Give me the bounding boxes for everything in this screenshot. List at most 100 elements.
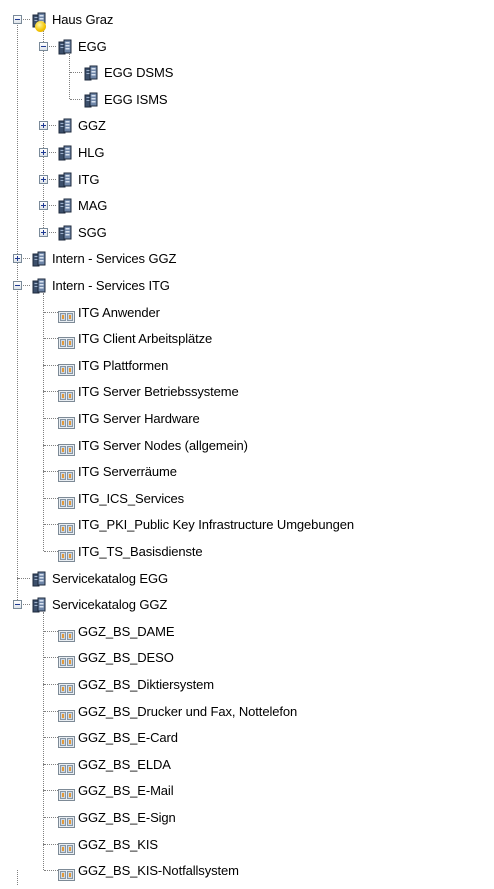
- expand-icon[interactable]: [39, 148, 48, 157]
- tree-node[interactable]: Intern - Services ITG: [0, 273, 494, 298]
- tree-node[interactable]: GGZ_BS_Drucker und Fax, Nottelefon: [0, 699, 494, 724]
- tree-connector-line: [44, 790, 58, 792]
- service-item-icon: [58, 705, 75, 722]
- tree-node[interactable]: GGZ_BS_KIS-Notfallsystem: [0, 858, 494, 883]
- tree-node-label: MAG: [78, 198, 108, 214]
- service-item-icon: [58, 465, 75, 483]
- tree-node-label: ITG Plattformen: [78, 357, 169, 373]
- tree-node-label: GGZ_BS_E-Card: [78, 730, 178, 746]
- collapse-icon[interactable]: [13, 15, 22, 24]
- tree-node[interactable]: GGZ_BS_Diktiersystem: [0, 672, 494, 697]
- tree-node[interactable]: GGZ_BS_E-Mail: [0, 778, 494, 803]
- tree-connector-line: [44, 737, 58, 739]
- tree-node-label: GGZ_BS_DESO: [78, 650, 174, 666]
- tree-connector-line: [44, 843, 58, 845]
- expand-icon[interactable]: [39, 174, 48, 184]
- tree-connector-line: [44, 817, 58, 818]
- tree-node-label: Servicekatalog EGG: [52, 570, 168, 586]
- tree-node-label: ITG Serverräume: [78, 464, 177, 480]
- tree-node[interactable]: SGG: [0, 220, 494, 245]
- tree-node[interactable]: EGG: [0, 34, 494, 59]
- server-stack-icon: [56, 197, 74, 214]
- tree-connector-line: [44, 444, 58, 446]
- service-item-icon: [58, 518, 75, 536]
- tree-node[interactable]: EGG ISMS: [0, 87, 494, 112]
- tree-node-label: Haus Graz: [52, 12, 114, 27]
- tree-connector-line: [44, 391, 58, 393]
- server-stack-icon: [30, 596, 48, 613]
- server-stack-icon: [82, 64, 100, 81]
- service-tree[interactable]: Haus Graz EGG EGG DSMS EGG ISMS GGZ HLG ITG MAG…: [0, 0, 494, 885]
- tree-node[interactable]: ITG: [0, 167, 494, 192]
- server-stack-icon: [82, 91, 100, 108]
- server-stack-icon: [56, 117, 74, 134]
- tree-node[interactable]: MAG: [0, 193, 494, 218]
- tree-node[interactable]: GGZ_BS_KIS: [0, 832, 494, 857]
- tree-node-label: EGG ISMS: [104, 91, 168, 107]
- tree-connector-line: [18, 577, 30, 579]
- server-stack-icon: [30, 277, 48, 294]
- collapse-icon[interactable]: [13, 600, 22, 610]
- tree-connector-line: [44, 471, 58, 473]
- tree-node[interactable]: HLG: [0, 140, 494, 165]
- tree-node-label: GGZ: [78, 118, 106, 134]
- tree-connector-line: [44, 870, 58, 872]
- expand-icon[interactable]: [39, 121, 48, 131]
- server-stack-icon: [30, 570, 48, 587]
- tree-node[interactable]: EGG DSMS: [0, 60, 494, 85]
- tree-node[interactable]: Servicekatalog EGG: [0, 566, 494, 591]
- tree-connector-line: [44, 657, 58, 659]
- collapse-icon[interactable]: [39, 41, 48, 51]
- expand-icon[interactable]: [39, 201, 48, 211]
- tree-node-label: GGZ_BS_KIS: [78, 836, 158, 852]
- tree-node[interactable]: ITG_PKI_Public Key Infrastructure Umgebu…: [0, 512, 494, 537]
- tree-node[interactable]: ITG Server Betriebssysteme: [0, 379, 494, 404]
- service-item-icon: [58, 359, 75, 376]
- tree-node[interactable]: ITG Server Hardware: [0, 406, 494, 431]
- tree-node[interactable]: GGZ_BS_DESO: [0, 645, 494, 670]
- tree-node[interactable]: GGZ_BS_ELDA: [0, 752, 494, 777]
- tree-node[interactable]: GGZ_BS_DAME: [0, 619, 494, 644]
- tree-node-label: ITG_PKI_Public Key Infrastructure Umgebu…: [78, 517, 354, 533]
- tree-node-label: HLG: [78, 145, 105, 160]
- tree-node[interactable]: GGZ: [0, 113, 494, 138]
- service-item-icon: [58, 838, 75, 855]
- tree-node-label: GGZ_BS_ELDA: [78, 756, 171, 772]
- tree-node-label: GGZ_BS_Diktiersystem: [78, 677, 214, 692]
- tree-node[interactable]: Intern - Services GGZ: [0, 246, 494, 271]
- tree-node-label: GGZ_BS_E-Sign: [78, 810, 176, 825]
- tree-node[interactable]: GGZ_BS_E-Card: [0, 725, 494, 750]
- expand-icon[interactable]: [39, 227, 48, 237]
- tree-node[interactable]: ITG_TS_Basisdienste: [0, 539, 494, 564]
- service-item-icon: [58, 758, 75, 775]
- tree-node[interactable]: ITG Client Arbeitsplätze: [0, 326, 494, 351]
- service-item-icon: [58, 385, 75, 403]
- tree-connector-line: [44, 763, 58, 765]
- tree-node[interactable]: Servicekatalog GGZ: [0, 592, 494, 617]
- tree-node-label: ITG Anwender: [78, 304, 160, 320]
- expand-icon[interactable]: [13, 254, 22, 264]
- tree-node[interactable]: Haus Graz: [0, 7, 494, 32]
- tree-node-label: ITG Server Hardware: [78, 411, 200, 426]
- tree-connector-line: [44, 338, 58, 340]
- service-item-icon: [58, 439, 75, 456]
- tree-node[interactable]: ITG Server Nodes (allgemein): [0, 433, 494, 458]
- tree-connector-line: [70, 72, 82, 74]
- server-stack-icon: [56, 171, 74, 188]
- tree-node[interactable]: ITG Anwender: [0, 300, 494, 325]
- service-item-icon: [58, 412, 75, 429]
- tree-node-label: ITG Server Nodes (allgemein): [78, 437, 248, 453]
- service-item-icon: [58, 811, 75, 828]
- tree-node-label: EGG: [78, 38, 107, 54]
- tree-node[interactable]: GGZ_BS_E-Sign: [0, 805, 494, 830]
- tree-node[interactable]: ITG_ICS_Services: [0, 486, 494, 511]
- tree-node-label: Servicekatalog GGZ: [52, 597, 168, 613]
- service-item-icon: [58, 864, 75, 882]
- service-item-icon: [58, 625, 75, 642]
- collapse-icon[interactable]: [13, 281, 22, 290]
- tree-node[interactable]: ITG Plattformen: [0, 353, 494, 378]
- tree-node[interactable]: ITG Serverräume: [0, 459, 494, 484]
- tree-node-label: ITG_TS_Basisdienste: [78, 544, 203, 559]
- server-stack-icon: [56, 144, 74, 161]
- tree-connector-line: [44, 418, 58, 419]
